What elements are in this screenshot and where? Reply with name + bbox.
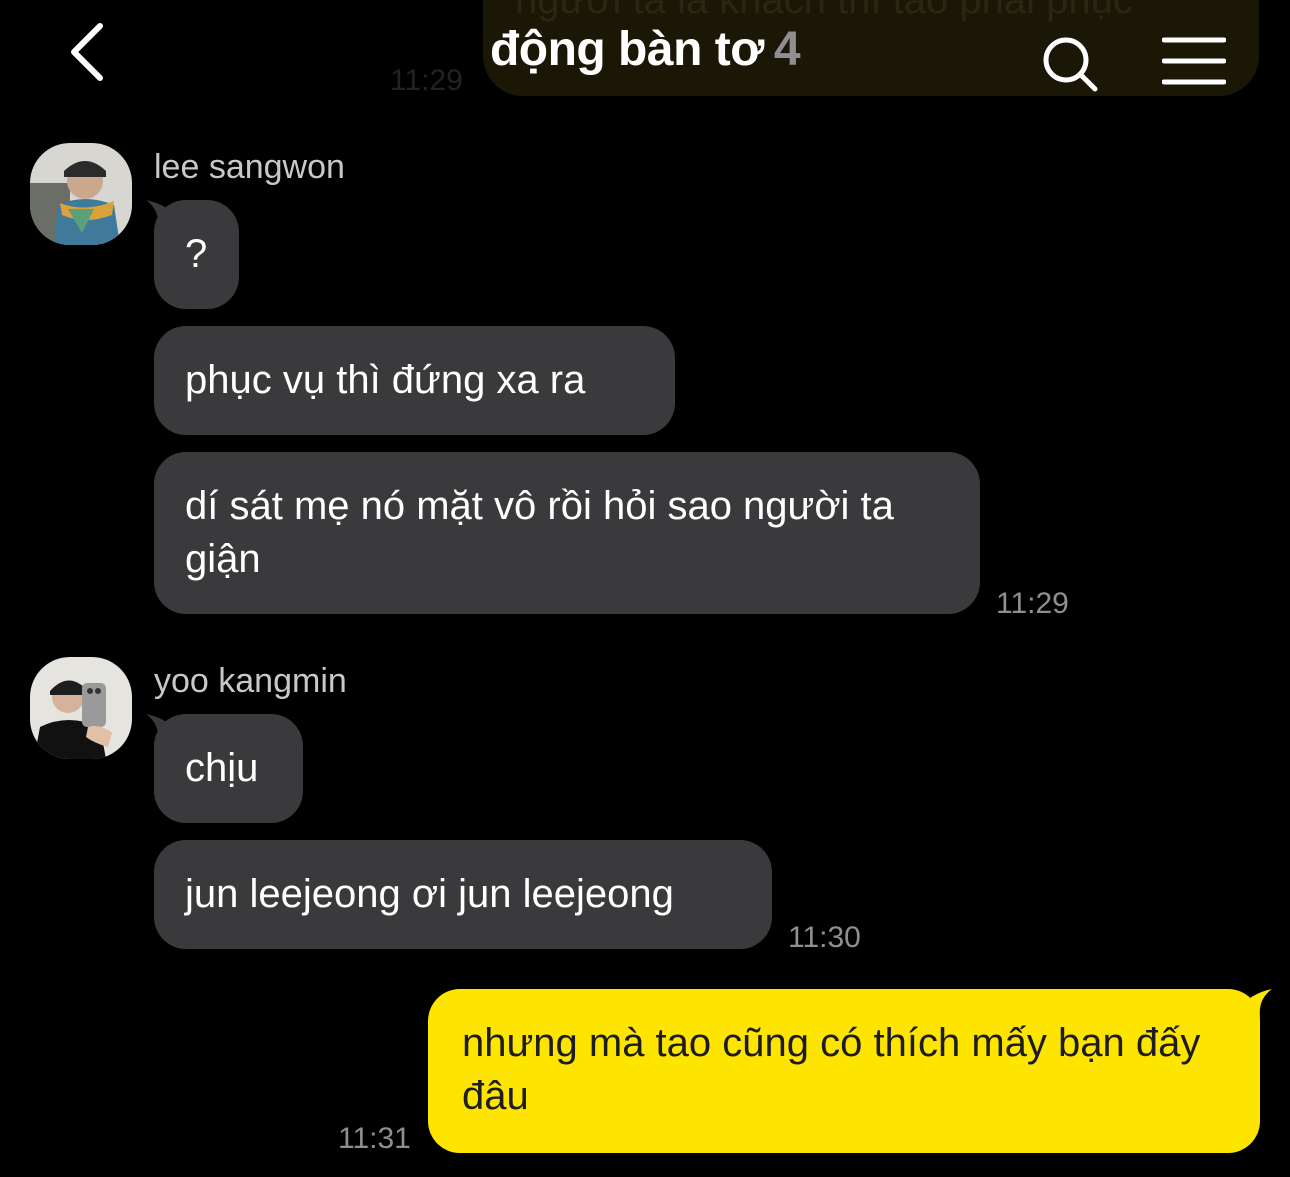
my-message-bubble[interactable]: nhưng mà tao cũng có thích mấy bạn đấy đ… (428, 989, 1260, 1153)
member-count: 4 (773, 23, 801, 76)
avatar-yoo-kangmin[interactable] (30, 657, 132, 759)
avatar-photo (30, 657, 132, 759)
my-bubble-tail (1240, 989, 1272, 1017)
search-icon[interactable] (1040, 34, 1100, 94)
message-time: 11:30 (788, 921, 861, 954)
message-bubble[interactable]: ? (154, 200, 239, 309)
menu-icon[interactable] (1162, 36, 1226, 86)
message-bubble[interactable]: jun leejeong ơi jun leejeong (154, 840, 772, 949)
message-bubble[interactable]: chịu (154, 714, 303, 823)
chat-room-name: động bàn tơ (489, 23, 764, 76)
sender-name: yoo kangmin (154, 662, 347, 700)
message-bubble[interactable]: phục vụ thì đứng xa ra (154, 326, 675, 435)
message-time: 11:31 (338, 1122, 411, 1155)
message-bubble[interactable]: dí sát mẹ nó mặt vô rồi hỏi sao người ta… (154, 452, 980, 614)
message-time: 11:29 (996, 587, 1069, 620)
chat-header: động bàn tơ 4 (0, 0, 1290, 110)
avatar-photo (30, 143, 132, 245)
avatar-lee-sangwon[interactable] (30, 143, 132, 245)
sender-name: lee sangwon (154, 148, 345, 186)
